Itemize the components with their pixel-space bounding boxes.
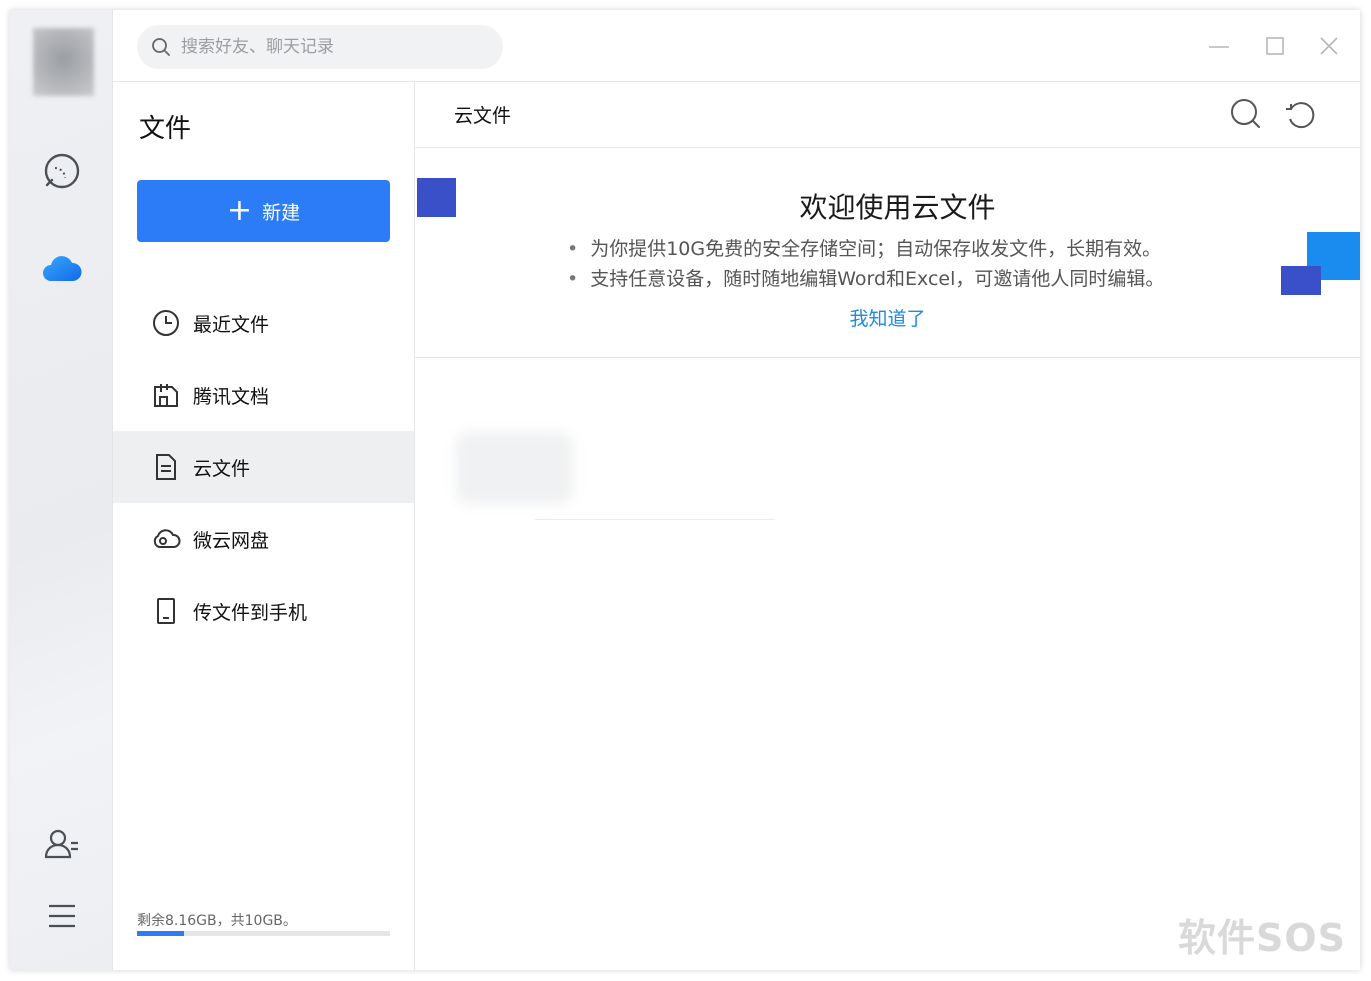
menu-icon[interactable] bbox=[41, 895, 83, 937]
nav-item-label: 微云网盘 bbox=[193, 529, 270, 552]
phone-icon bbox=[151, 596, 181, 626]
nav-item-label: 腾讯文档 bbox=[193, 385, 270, 408]
contacts-icon[interactable] bbox=[41, 823, 83, 865]
watermark: 软件SOS bbox=[1177, 916, 1346, 960]
search-box[interactable] bbox=[137, 25, 503, 69]
search-icon bbox=[152, 38, 170, 56]
clock-icon bbox=[151, 308, 181, 338]
new-button-label: 新建 bbox=[262, 201, 301, 224]
storage-bar-fill bbox=[137, 931, 184, 936]
panel-title: 文件 bbox=[139, 114, 192, 144]
tencent-docs-icon bbox=[151, 380, 181, 410]
storage-bar bbox=[137, 931, 390, 936]
nav-item-cloud-files[interactable]: 云文件 bbox=[113, 431, 414, 503]
document-icon bbox=[151, 452, 181, 482]
cloud-icon[interactable] bbox=[41, 248, 83, 290]
storage-text: 剩余8.16GB，共10GB。 bbox=[137, 913, 297, 929]
close-icon[interactable] bbox=[1317, 34, 1341, 58]
main-title: 云文件 bbox=[454, 105, 512, 127]
banner-title: 欢迎使用云文件 bbox=[799, 191, 996, 224]
file-panel: 文件 + 新建 最近文件 腾讯文档 云文件 微云网盘 传文件到手机 剩余8.16… bbox=[113, 82, 415, 970]
banner-item: 支持任意设备，随时随地编辑Word和Excel，可邀请他人同时编辑。 bbox=[567, 264, 1164, 294]
icon-rail bbox=[10, 10, 113, 970]
got-it-link[interactable]: 我知道了 bbox=[415, 304, 1360, 331]
nav-item-recent[interactable]: 最近文件 bbox=[113, 287, 414, 359]
divider bbox=[535, 519, 775, 520]
nav-item-label: 传文件到手机 bbox=[193, 601, 308, 624]
nav-item-send-to-phone[interactable]: 传文件到手机 bbox=[113, 575, 414, 647]
main-area: 云文件 欢迎使用云文件 为你提供10G免费的安全存储空间；自动保存收发文件， bbox=[415, 82, 1360, 970]
chat-icon[interactable] bbox=[41, 150, 83, 192]
new-button[interactable]: + 新建 bbox=[137, 180, 390, 242]
decor-square bbox=[1281, 266, 1321, 295]
nav-item-label: 云文件 bbox=[193, 457, 251, 480]
nav-item-tencent-docs[interactable]: 腾讯文档 bbox=[113, 359, 414, 431]
search-input[interactable] bbox=[179, 36, 483, 58]
nav-item-weiyun[interactable]: 微云网盘 bbox=[113, 503, 414, 575]
banner-list: 为你提供10G免费的安全存储空间；自动保存收发文件，长期有效。 支持任意设备，随… bbox=[567, 234, 1164, 294]
banner-item: 为你提供10G免费的安全存储空间；自动保存收发文件，长期有效。 bbox=[567, 234, 1164, 264]
file-thumbnail bbox=[455, 432, 573, 504]
maximize-icon[interactable] bbox=[1263, 34, 1287, 58]
app-window: 文件 + 新建 最近文件 腾讯文档 bbox=[10, 10, 1360, 970]
nav-item-label: 最近文件 bbox=[193, 313, 270, 336]
search-icon[interactable] bbox=[1229, 97, 1263, 131]
top-bar bbox=[113, 10, 1360, 82]
minimize-icon[interactable] bbox=[1207, 34, 1231, 58]
weiyun-icon bbox=[151, 524, 181, 554]
refresh-icon[interactable] bbox=[1283, 97, 1317, 131]
main-header: 云文件 bbox=[415, 82, 1360, 148]
welcome-banner: 欢迎使用云文件 为你提供10G免费的安全存储空间；自动保存收发文件，长期有效。 … bbox=[415, 148, 1360, 358]
avatar[interactable] bbox=[33, 28, 94, 96]
plus-icon: + bbox=[226, 193, 253, 228]
